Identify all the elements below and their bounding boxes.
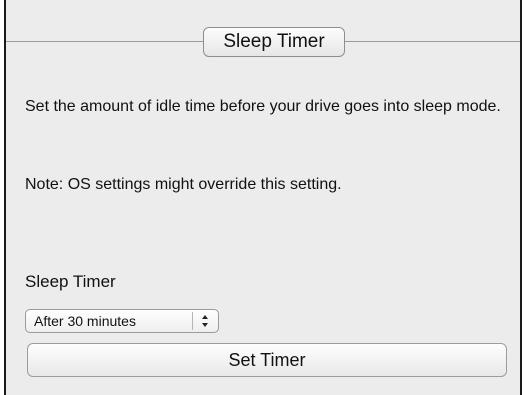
sleep-timer-panel: Sleep Timer Set the amount of idle time … bbox=[4, 0, 522, 395]
select-value: After 30 minutes bbox=[34, 313, 136, 329]
sleep-timer-tab[interactable]: Sleep Timer bbox=[203, 27, 345, 57]
note-text: Note: OS settings might override this se… bbox=[25, 176, 342, 193]
description-text: Set the amount of idle time before your … bbox=[25, 98, 501, 115]
sleep-timer-select[interactable]: After 30 minutes bbox=[25, 309, 219, 333]
set-timer-button[interactable]: Set Timer bbox=[27, 343, 507, 377]
sleep-timer-label: Sleep Timer bbox=[25, 272, 116, 291]
up-down-arrows-icon bbox=[202, 315, 208, 327]
select-divider bbox=[192, 312, 193, 330]
